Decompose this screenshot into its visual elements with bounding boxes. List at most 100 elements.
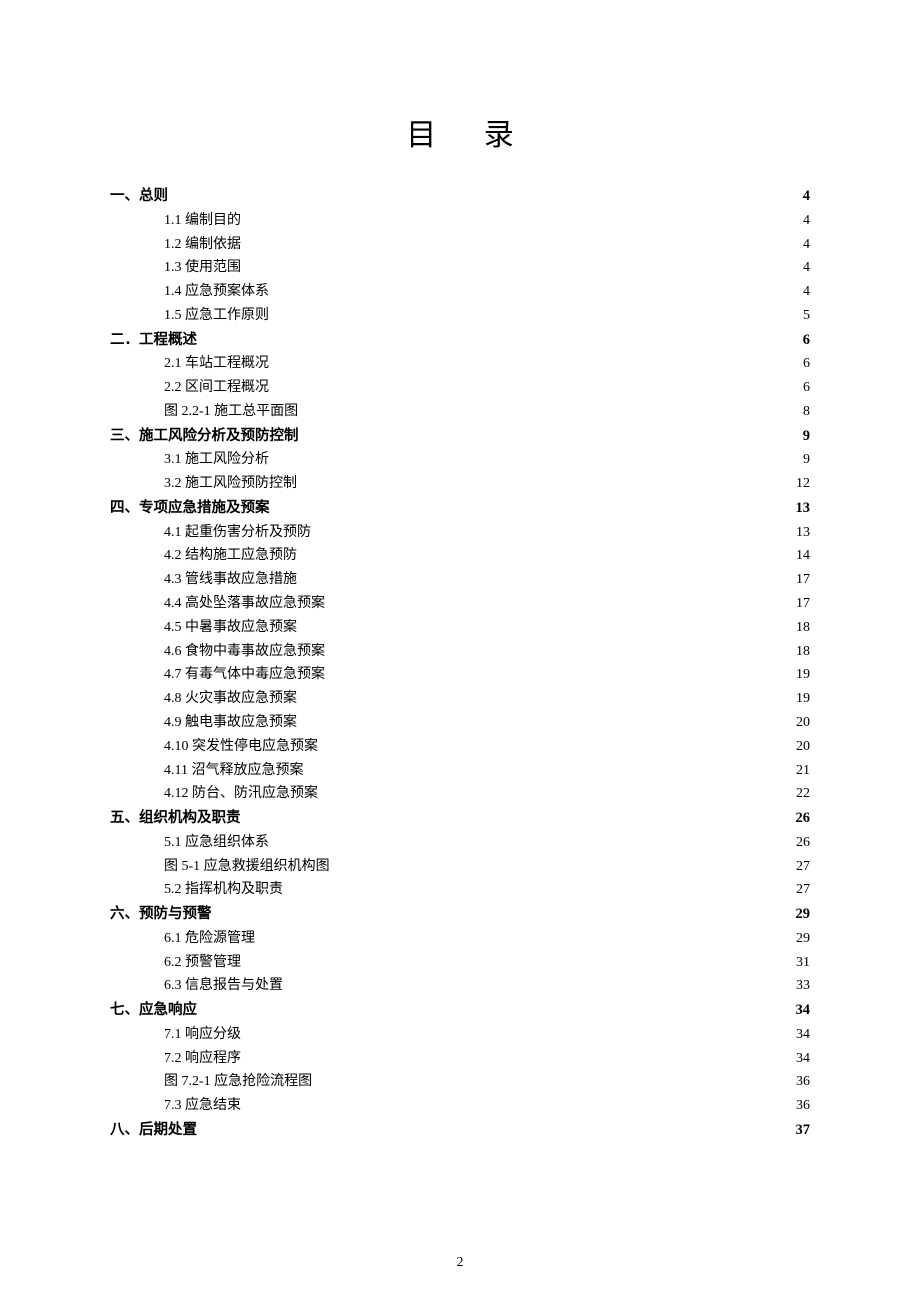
toc-entry[interactable]: 1.2 编制依据4 <box>110 233 810 257</box>
toc-page-number: 13 <box>796 496 811 521</box>
toc-entry[interactable]: 2.1 车站工程概况6 <box>110 352 810 376</box>
toc-page-number: 31 <box>796 951 810 975</box>
toc-section[interactable]: 七、应急响应 34 <box>110 998 810 1023</box>
toc-label: 2.1 车站工程概况 <box>164 352 269 376</box>
toc-page-number: 36 <box>796 1070 810 1094</box>
toc-entry[interactable]: 4.12 防台、防汛应急预案22 <box>110 782 810 806</box>
toc-page-number: 34 <box>796 1047 810 1071</box>
table-of-contents: 一、总则41.1 编制目的41.2 编制依据41.3 使用范围41.4 应急预案… <box>110 184 810 1143</box>
toc-entry[interactable]: 图 2.2-1 施工总平面图8 <box>110 400 810 424</box>
toc-entry[interactable]: 7.2 响应程序34 <box>110 1047 810 1071</box>
toc-label: 1.3 使用范围 <box>164 256 241 280</box>
toc-page-number: 21 <box>796 759 810 783</box>
toc-entry[interactable]: 1.4 应急预案体系 4 <box>110 280 810 304</box>
toc-label: 图 5-1 应急救援组织机构图 <box>164 855 330 879</box>
toc-page-number: 9 <box>803 448 810 472</box>
toc-entry[interactable]: 5.1 应急组织体系26 <box>110 831 810 855</box>
toc-entry[interactable]: 3.1 施工风险分析 9 <box>110 448 810 472</box>
toc-page-number: 18 <box>796 616 810 640</box>
toc-label: 4.10 突发性停电应急预案 <box>164 735 318 759</box>
toc-label: 图 7.2-1 应急抢险流程图 <box>164 1070 312 1094</box>
toc-page-number: 4 <box>803 209 810 233</box>
toc-section[interactable]: 四、专项应急措施及预案 13 <box>110 496 810 521</box>
toc-page-number: 4 <box>803 184 810 209</box>
toc-label: 4.4 高处坠落事故应急预案 <box>164 592 325 616</box>
toc-label: 2.2 区间工程概况 <box>164 376 269 400</box>
toc-entry[interactable]: 4.5 中暑事故应急预案18 <box>110 616 810 640</box>
toc-label: 3.2 施工风险预防控制 <box>164 472 297 496</box>
toc-entry[interactable]: 4.4 高处坠落事故应急预案17 <box>110 592 810 616</box>
toc-page-number: 20 <box>796 735 810 759</box>
toc-label: 1.1 编制目的 <box>164 209 241 233</box>
toc-entry[interactable]: 1.3 使用范围 4 <box>110 256 810 280</box>
toc-page-number: 19 <box>796 687 810 711</box>
toc-entry[interactable]: 4.2 结构施工应急预防14 <box>110 544 810 568</box>
toc-entry[interactable]: 图 5-1 应急救援组织机构图27 <box>110 855 810 879</box>
toc-section[interactable]: 六、预防与预警29 <box>110 902 810 927</box>
toc-page-number: 4 <box>803 256 810 280</box>
toc-label: 4.7 有毒气体中毒应急预案 <box>164 663 325 687</box>
toc-entry[interactable]: 图 7.2-1 应急抢险流程图 36 <box>110 1070 810 1094</box>
toc-entry[interactable]: 4.8 火灾事故应急预案19 <box>110 687 810 711</box>
toc-label: 4.2 结构施工应急预防 <box>164 544 297 568</box>
toc-page-number: 34 <box>796 998 811 1023</box>
toc-page-number: 9 <box>803 424 810 449</box>
toc-label: 七、应急响应 <box>110 998 197 1023</box>
toc-label: 三、施工风险分析及预防控制 <box>110 424 299 449</box>
toc-label: 1.4 应急预案体系 <box>164 280 269 304</box>
toc-label: 7.1 响应分级 <box>164 1023 241 1047</box>
toc-page-number: 17 <box>796 568 810 592</box>
toc-entry[interactable]: 4.11 沼气释放应急预案21 <box>110 759 810 783</box>
toc-entry[interactable]: 4.7 有毒气体中毒应急预案 19 <box>110 663 810 687</box>
page-title: 目 录 <box>110 110 810 154</box>
toc-label: 6.3 信息报告与处置 <box>164 974 283 998</box>
toc-page-number: 4 <box>803 280 810 304</box>
toc-label: 6.1 危险源管理 <box>164 927 255 951</box>
toc-page-number: 29 <box>796 927 810 951</box>
toc-entry[interactable]: 5.2 指挥机构及职责 27 <box>110 878 810 902</box>
toc-entry[interactable]: 6.1 危险源管理 29 <box>110 927 810 951</box>
toc-page-number: 29 <box>796 902 811 927</box>
toc-label: 5.2 指挥机构及职责 <box>164 878 283 902</box>
toc-label: 5.1 应急组织体系 <box>164 831 269 855</box>
toc-page-number: 34 <box>796 1023 810 1047</box>
toc-section[interactable]: 五、组织机构及职责26 <box>110 806 810 831</box>
toc-page-number: 6 <box>803 376 810 400</box>
toc-entry[interactable]: 7.3 应急结束 36 <box>110 1094 810 1118</box>
toc-page-number: 18 <box>796 640 810 664</box>
toc-page-number: 33 <box>796 974 810 998</box>
toc-page-number: 20 <box>796 711 810 735</box>
toc-entry[interactable]: 4.9 触电事故应急预案20 <box>110 711 810 735</box>
toc-entry[interactable]: 4.6 食物中毒事故应急预案18 <box>110 640 810 664</box>
toc-entry[interactable]: 1.5 应急工作原则5 <box>110 304 810 328</box>
toc-page-number: 4 <box>803 233 810 257</box>
toc-entry[interactable]: 4.10 突发性停电应急预案 20 <box>110 735 810 759</box>
toc-page-number: 19 <box>796 663 810 687</box>
toc-entry[interactable]: 6.2 预警管理31 <box>110 951 810 975</box>
toc-entry[interactable]: 7.1 响应分级 34 <box>110 1023 810 1047</box>
toc-section[interactable]: 二．工程概述6 <box>110 328 810 353</box>
toc-page-number: 36 <box>796 1094 810 1118</box>
toc-entry[interactable]: 6.3 信息报告与处置 33 <box>110 974 810 998</box>
toc-label: 八、后期处置 <box>110 1118 197 1143</box>
toc-label: 一、总则 <box>110 184 168 209</box>
toc-entry[interactable]: 3.2 施工风险预防控制 12 <box>110 472 810 496</box>
toc-label: 五、组织机构及职责 <box>110 806 241 831</box>
toc-section[interactable]: 一、总则 4 <box>110 184 810 209</box>
toc-page-number: 6 <box>803 328 810 353</box>
toc-section[interactable]: 三、施工风险分析及预防控制 9 <box>110 424 810 449</box>
toc-label: 7.3 应急结束 <box>164 1094 241 1118</box>
toc-label: 图 2.2-1 施工总平面图 <box>164 400 298 424</box>
page-content: 目 录 一、总则41.1 编制目的41.2 编制依据41.3 使用范围41.4 … <box>0 0 920 1143</box>
toc-section[interactable]: 八、后期处置37 <box>110 1118 810 1143</box>
toc-page-number: 12 <box>796 472 810 496</box>
toc-entry[interactable]: 4.1 起重伤害分析及预防13 <box>110 521 810 545</box>
toc-label: 四、专项应急措施及预案 <box>110 496 270 521</box>
toc-entry[interactable]: 1.1 编制目的 4 <box>110 209 810 233</box>
page-number: 2 <box>0 1255 920 1271</box>
toc-entry[interactable]: 2.2 区间工程概况 6 <box>110 376 810 400</box>
toc-entry[interactable]: 4.3 管线事故应急措施 17 <box>110 568 810 592</box>
toc-label: 3.1 施工风险分析 <box>164 448 269 472</box>
toc-page-number: 27 <box>796 878 810 902</box>
toc-label: 4.3 管线事故应急措施 <box>164 568 297 592</box>
